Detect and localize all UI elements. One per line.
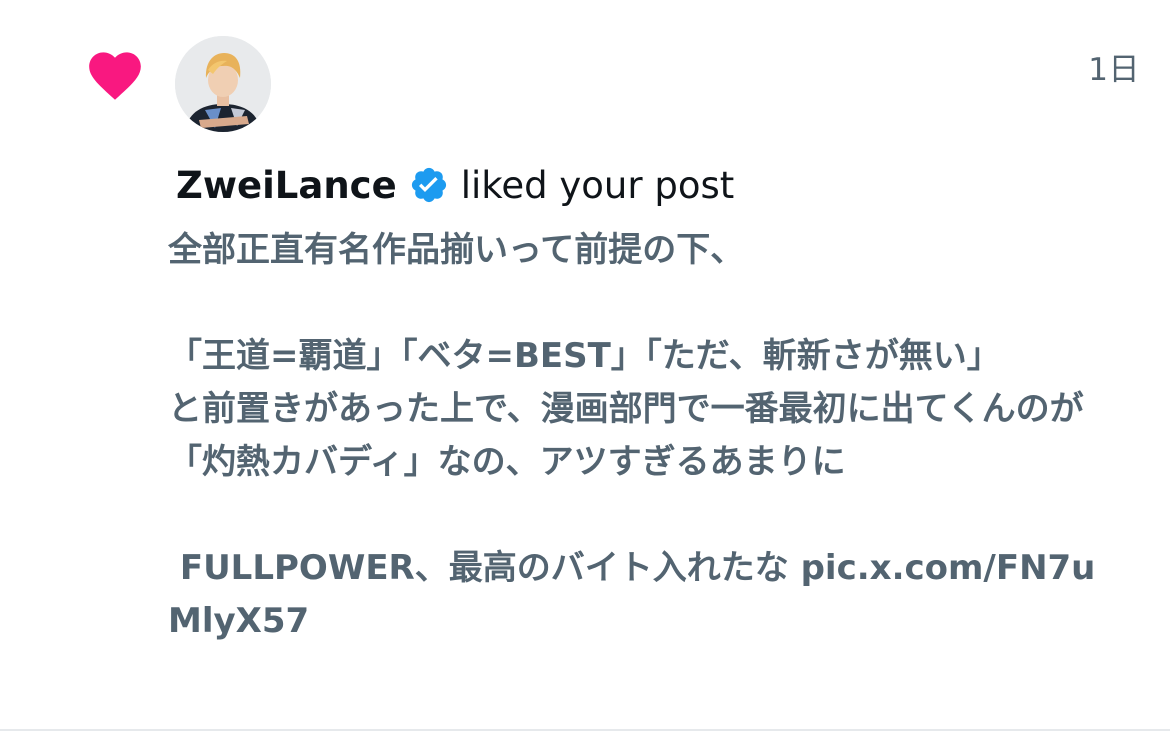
heart-icon bbox=[84, 44, 146, 102]
notification-headline: ZweiLance liked your post bbox=[176, 161, 734, 209]
post-text[interactable]: 全部正直有名作品揃いって前提の下、 「王道=覇道」「ベタ=BEST」「ただ、斬新… bbox=[168, 224, 1128, 648]
notification-timestamp: 1日 bbox=[1088, 52, 1140, 88]
like-notification[interactable]: 1日 ZweiLance liked your post 全部正直有名作品揃いっ… bbox=[0, 0, 1170, 731]
notification-action: liked your post bbox=[460, 163, 735, 207]
actor-name[interactable]: ZweiLance bbox=[176, 164, 397, 207]
user-avatar[interactable] bbox=[175, 36, 271, 132]
verified-badge-icon bbox=[409, 165, 449, 205]
post-body: 全部正直有名作品揃いって前提の下、 「王道=覇道」「ベタ=BEST」「ただ、斬新… bbox=[168, 230, 1084, 588]
